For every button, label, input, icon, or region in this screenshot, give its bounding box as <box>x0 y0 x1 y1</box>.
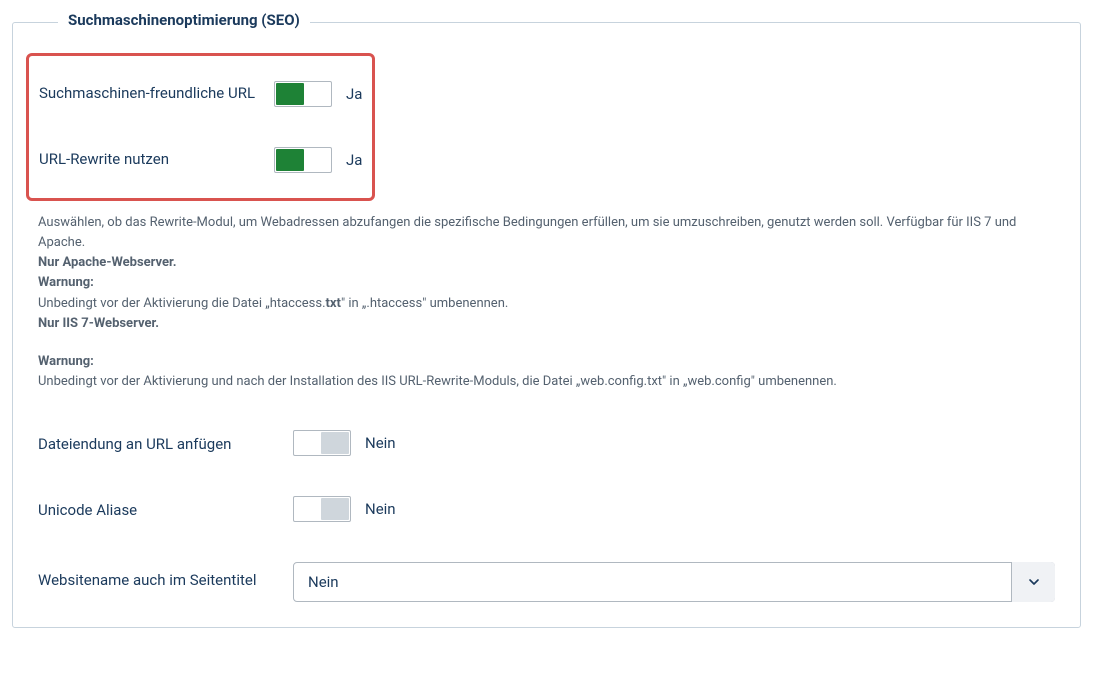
label-sitename-title: Websitename auch im Seitentitel <box>38 562 293 591</box>
desc-line1: Auswählen, ob das Rewrite-Modul, um Weba… <box>38 213 1055 253</box>
plain-rows: Dateiendung an URL anfügen Nein Unicode … <box>38 430 1055 602</box>
toggle-state-url-rewrite: Ja <box>346 151 362 169</box>
label-file-suffix: Dateiendung an URL anfügen <box>38 432 293 455</box>
select-value: Nein <box>308 573 339 591</box>
highlight-box: Suchmaschinen-freundliche URL Ja URL-Rew… <box>26 53 375 201</box>
row-sitename-title: Websitename auch im Seitentitel Nein <box>38 562 1055 602</box>
control-file-suffix: Nein <box>293 430 396 456</box>
label-unicode-alias: Unicode Aliase <box>38 498 293 521</box>
desc-iis-only: Nur IIS 7-Webserver. <box>38 314 1055 334</box>
fieldset-legend: Suchmaschinenoptimierung (SEO) <box>58 11 310 29</box>
description-block: Auswählen, ob das Rewrite-Modul, um Weba… <box>38 213 1055 392</box>
toggle-sef-url[interactable] <box>274 81 332 107</box>
toggle-unicode-alias[interactable] <box>293 496 351 522</box>
desc-apache-only: Nur Apache-Webserver. <box>38 253 1055 273</box>
row-file-suffix: Dateiendung an URL anfügen Nein <box>38 430 1055 456</box>
toggle-state-file-suffix: Nein <box>365 434 396 452</box>
desc-iis-warn: Unbedingt vor der Aktivierung und nach d… <box>38 372 1055 392</box>
select-sitename-title[interactable]: Nein <box>293 562 1055 602</box>
desc-apache-warn: Unbedingt vor der Aktivierung die Datei … <box>38 294 1055 314</box>
toggle-state-unicode-alias: Nein <box>365 500 396 518</box>
toggle-url-rewrite[interactable] <box>274 147 332 173</box>
select-wrap-sitename: Nein <box>293 562 1055 602</box>
row-unicode-alias: Unicode Aliase Nein <box>38 496 1055 522</box>
label-url-rewrite: URL-Rewrite nutzen <box>39 147 274 170</box>
toggle-file-suffix[interactable] <box>293 430 351 456</box>
row-url-rewrite: URL-Rewrite nutzen Ja <box>39 147 357 173</box>
label-sef-url: Suchmaschinen-freundliche URL <box>39 81 274 104</box>
seo-fieldset: Suchmaschinenoptimierung (SEO) Suchmasch… <box>12 22 1081 628</box>
toggle-knob <box>321 432 349 454</box>
control-unicode-alias: Nein <box>293 496 396 522</box>
desc-warning-1: Warnung: <box>38 273 1055 293</box>
toggle-knob <box>276 83 304 105</box>
toggle-knob <box>321 498 349 520</box>
desc-warning-2: Warnung: <box>38 352 1055 372</box>
row-sef-url: Suchmaschinen-freundliche URL Ja <box>39 81 357 107</box>
control-url-rewrite: Ja <box>274 147 362 173</box>
control-sef-url: Ja <box>274 81 362 107</box>
toggle-knob <box>276 149 304 171</box>
toggle-state-sef-url: Ja <box>346 85 362 103</box>
